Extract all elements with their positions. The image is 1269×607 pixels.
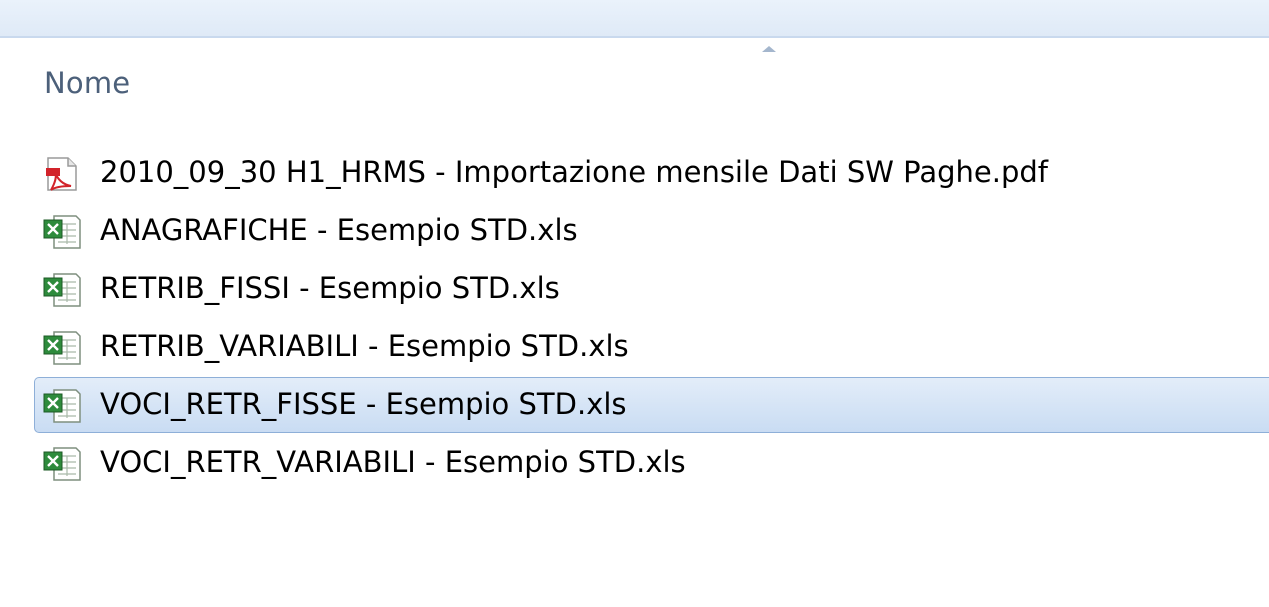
file-row[interactable]: RETRIB_FISSI - Esempio STD.xls: [0, 260, 1269, 318]
file-row[interactable]: 2010_09_30 H1_HRMS - Importazione mensil…: [0, 144, 1269, 202]
sort-ascending-icon: [762, 46, 776, 52]
column-header-name[interactable]: Nome: [0, 38, 1269, 126]
excel-icon: [43, 447, 81, 481]
column-header-strip: [0, 0, 1269, 38]
excel-icon: [43, 273, 81, 307]
file-list: 2010_09_30 H1_HRMS - Importazione mensil…: [0, 144, 1269, 492]
file-name: RETRIB_VARIABILI - Esempio STD.xls: [100, 329, 629, 363]
excel-icon: [43, 215, 81, 249]
explorer-window: Nome 2010_09_30 H1_HRMS - Importazione m…: [0, 0, 1269, 607]
file-row-selected[interactable]: VOCI_RETR_FISSE - Esempio STD.xls: [0, 376, 1269, 434]
file-row[interactable]: ANAGRAFICHE - Esempio STD.xls: [0, 202, 1269, 260]
file-row[interactable]: RETRIB_VARIABILI - Esempio STD.xls: [0, 318, 1269, 376]
file-name: VOCI_RETR_VARIABILI - Esempio STD.xls: [100, 445, 686, 479]
excel-icon: [43, 331, 81, 365]
file-name: RETRIB_FISSI - Esempio STD.xls: [100, 271, 560, 305]
file-name: VOCI_RETR_FISSE - Esempio STD.xls: [100, 387, 627, 421]
column-header-label: Nome: [44, 66, 131, 100]
file-name: ANAGRAFICHE - Esempio STD.xls: [100, 213, 578, 247]
file-row[interactable]: VOCI_RETR_VARIABILI - Esempio STD.xls: [0, 434, 1269, 492]
excel-icon: [43, 389, 81, 423]
file-name: 2010_09_30 H1_HRMS - Importazione mensil…: [100, 155, 1048, 189]
pdf-icon: [46, 157, 77, 191]
